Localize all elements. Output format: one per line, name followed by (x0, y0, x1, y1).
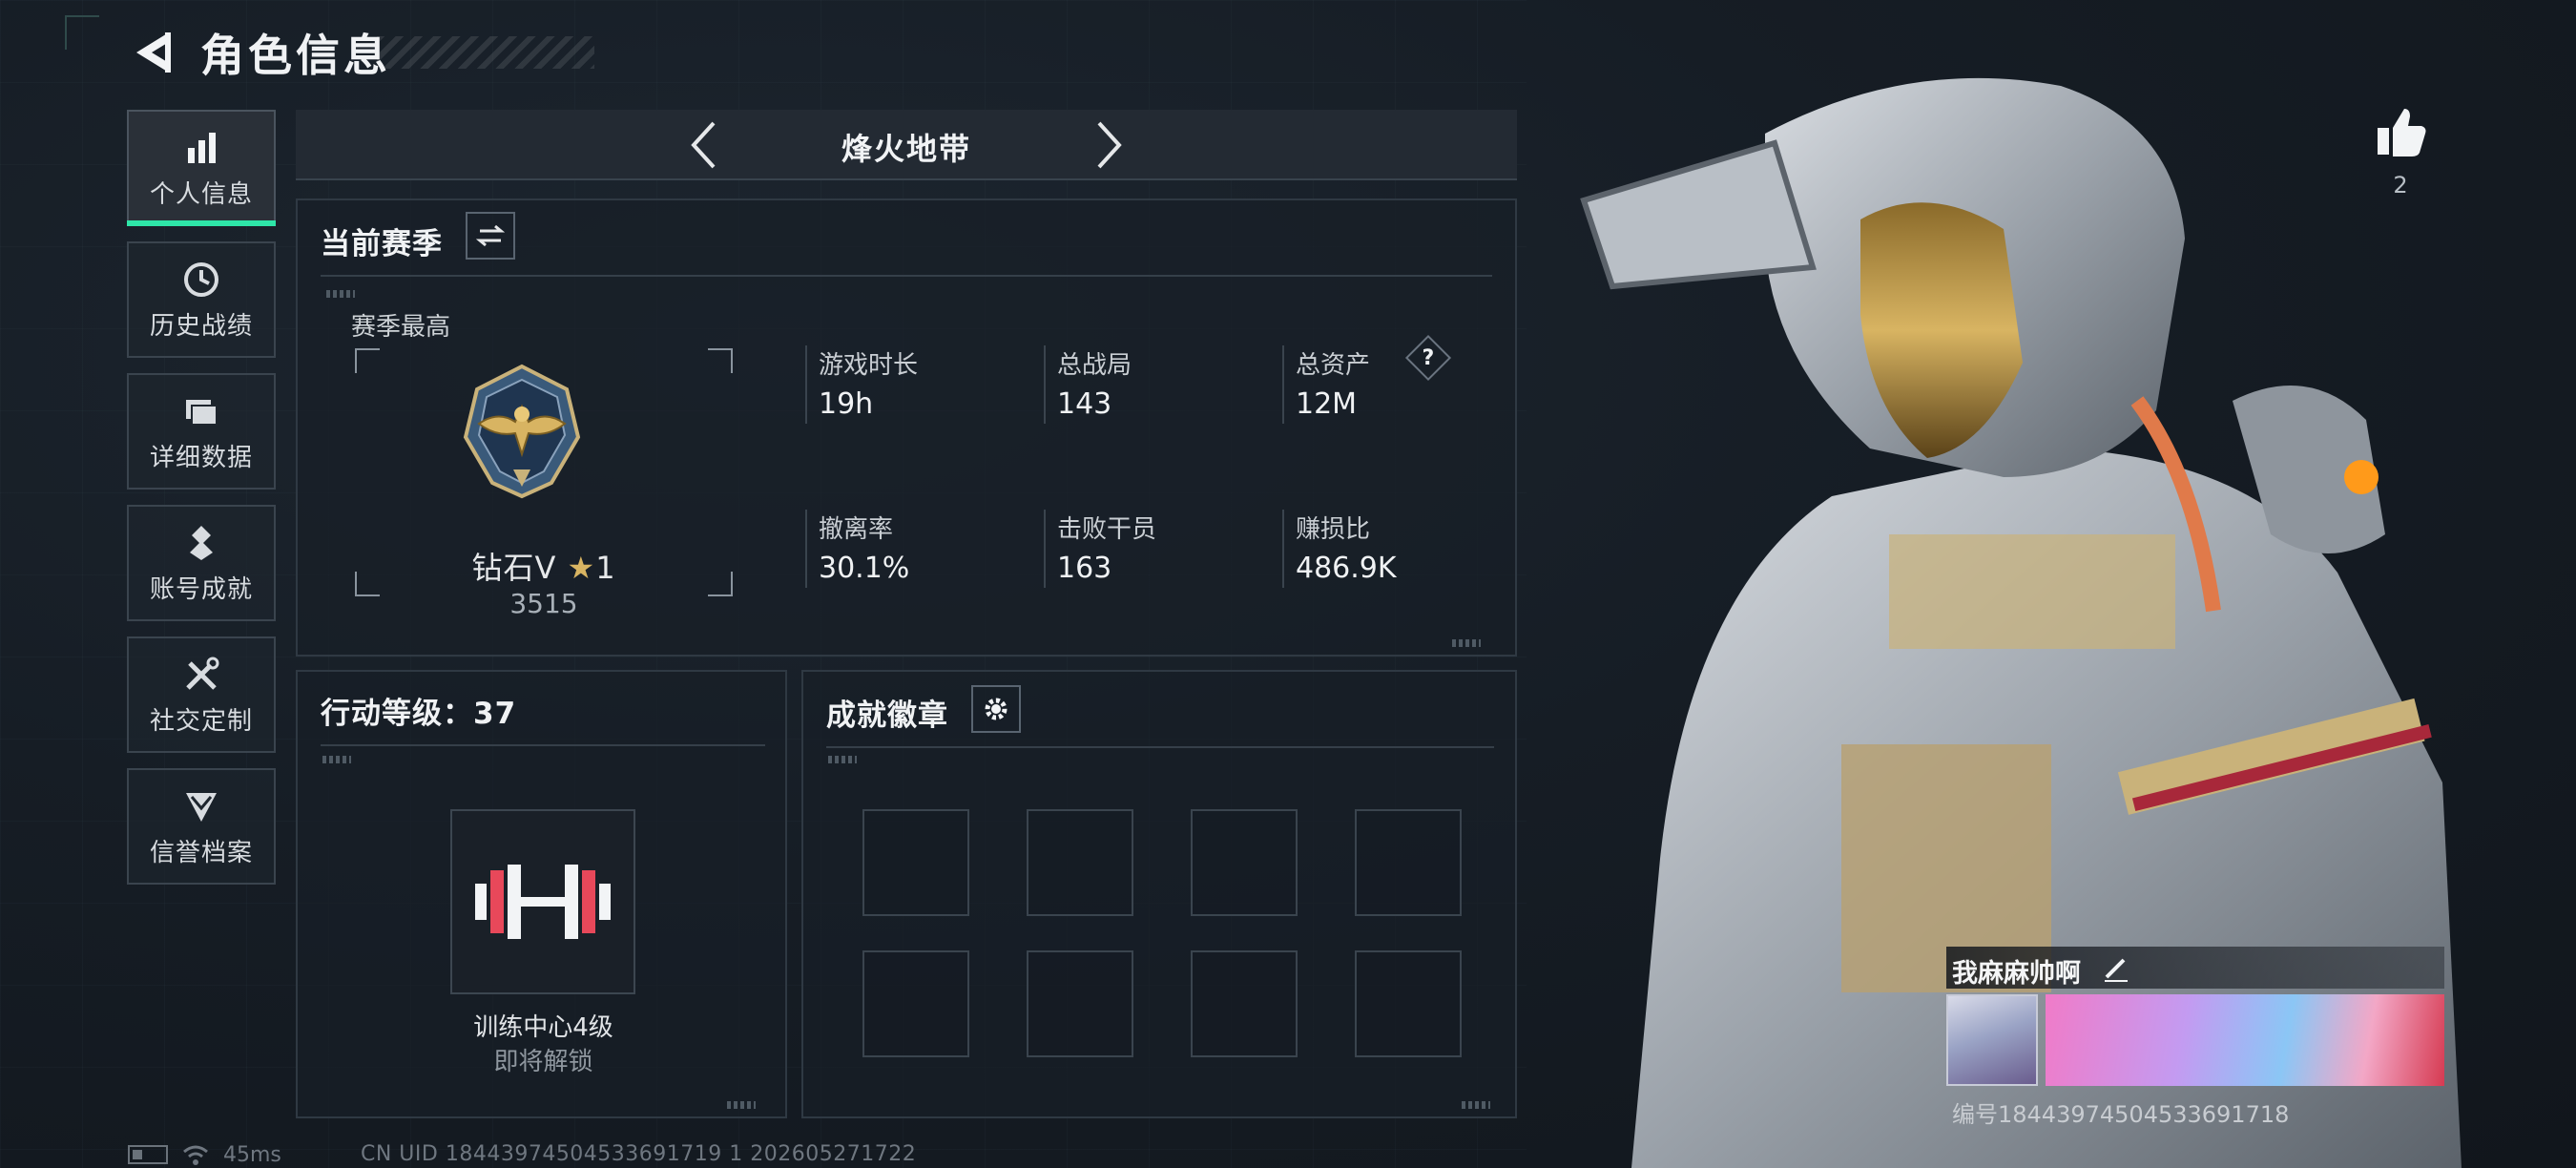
sidebar-item-label: 历史战绩 (149, 311, 253, 341)
stat-value: 163 (1057, 552, 1112, 585)
action-level-panel: 行动等级：37 训练中心4级 即将解锁 (296, 670, 787, 1118)
divider (321, 744, 765, 746)
badge-slot[interactable] (1191, 950, 1298, 1057)
sidebar-item-label: 个人信息 (149, 179, 253, 209)
stat-label: 击败干员 (1057, 515, 1157, 544)
current-season-panel: 当前赛季 赛季最高 钻石V ★1 3515 游戏时长 19h 总战局 143 总… (296, 198, 1517, 657)
like-button[interactable] (2370, 101, 2431, 162)
divider (826, 746, 1494, 748)
decoration-marks (326, 290, 355, 298)
sidebar-item-personal-info[interactable]: 个人信息 (127, 110, 276, 226)
bar-chart-icon (188, 132, 216, 163)
sidebar-item-label: 账号成就 (149, 574, 253, 604)
mode-title: 烽火地带 (841, 131, 971, 167)
decoration-marks (1452, 639, 1481, 647)
tools-icon (186, 657, 219, 690)
edit-name-button[interactable] (2099, 952, 2131, 985)
page-title: 角色信息 (200, 30, 391, 81)
sidebar-item-social-custom[interactable]: 社交定制 (127, 636, 276, 753)
sidebar-item-achievements[interactable]: 账号成就 (127, 505, 276, 621)
badge-slot[interactable] (1191, 809, 1298, 916)
training-center-label: 训练中心4级 (473, 1013, 613, 1042)
action-level-heading: 行动等级：37 (321, 697, 517, 731)
swap-arrows-icon (476, 224, 505, 247)
badge-slot[interactable] (1355, 950, 1462, 1057)
badge-slot[interactable] (862, 809, 969, 916)
sidebar-item-detailed-data[interactable]: 详细数据 (127, 373, 276, 490)
rank-name-line: 钻石V ★1 (298, 544, 790, 588)
decoration-marks (322, 756, 351, 763)
stat-label: 总战局 (1057, 351, 1132, 380)
decoration-marks (828, 756, 857, 763)
gear-icon (985, 698, 1008, 720)
uid-line: CN UID 18443974504533691719 1 2026052717… (361, 1142, 917, 1166)
sidebar-item-label: 信誉档案 (149, 838, 253, 867)
sidebar-item-credit-record[interactable]: 信誉档案 (127, 768, 276, 885)
decoration-marks (1462, 1101, 1490, 1109)
stat-label: 撤离率 (819, 515, 894, 544)
player-banner[interactable] (2046, 994, 2444, 1086)
training-unlock-status: 即将解锁 (493, 1048, 593, 1076)
player-name: 我麻麻帅啊 (1952, 959, 2081, 989)
chevron-right-icon (1097, 121, 1122, 169)
rank-stars: 1 (595, 550, 616, 586)
star-icon: ★ (567, 550, 596, 586)
training-center-card[interactable] (450, 809, 635, 994)
stat-value: 486.9K (1296, 552, 1397, 585)
back-arrow-icon (136, 32, 171, 73)
shield-chevron-icon (186, 792, 217, 822)
sidebar-item-label: 社交定制 (149, 706, 253, 736)
season-switch-button[interactable] (466, 212, 515, 260)
sidebar: 个人信息 历史战绩 详细数据 账号成就 社交定制 信誉档案 (127, 110, 276, 900)
rank-emblem-icon (463, 364, 581, 499)
mode-nav-bar: 烽火地带 (296, 110, 1517, 180)
achievement-badges-panel: 成就徽章 (801, 670, 1517, 1118)
badge-settings-button[interactable] (971, 685, 1021, 733)
like-count: 2 (2393, 172, 2408, 198)
stat-value: 19h (819, 387, 874, 421)
rank-score: 3515 (509, 588, 578, 619)
sidebar-item-match-history[interactable]: 历史战绩 (127, 241, 276, 358)
wifi-icon (183, 1145, 208, 1165)
back-button[interactable] (124, 23, 181, 82)
decoration-marks (727, 1101, 756, 1109)
battery-icon (128, 1145, 168, 1164)
pencil-icon (2105, 958, 2128, 982)
medal-icon (190, 525, 213, 560)
season-best-label: 赛季最高 (351, 313, 451, 342)
badge-slot[interactable] (1027, 950, 1133, 1057)
player-name-card[interactable]: 我麻麻帅啊 编号18443974504533691718 (1946, 947, 2444, 1134)
thumbs-up-icon (2378, 109, 2426, 156)
dumbbell-icon (475, 865, 611, 939)
sidebar-item-label: 详细数据 (149, 443, 253, 472)
stat-value: 30.1% (819, 552, 910, 585)
next-mode-button[interactable] (1084, 119, 1135, 171)
title-decoration (377, 36, 594, 69)
corner-decoration (65, 15, 99, 50)
season-heading: 当前赛季 (321, 227, 443, 261)
stat-label: 赚损比 (1296, 515, 1371, 544)
badge-slot[interactable] (1355, 809, 1462, 916)
status-bar: 45ms (128, 1141, 281, 1168)
divider (321, 275, 1492, 277)
assets-help-button[interactable]: ? (1404, 334, 1452, 382)
badge-slot[interactable] (1027, 809, 1133, 916)
stat-value: 143 (1057, 387, 1112, 421)
player-avatar[interactable] (1946, 994, 2038, 1086)
badges-heading: 成就徽章 (826, 699, 948, 733)
badge-slot[interactable] (862, 950, 969, 1057)
clock-history-icon (184, 261, 218, 297)
ping-value: 45ms (223, 1142, 281, 1167)
stat-value: 12M (1296, 387, 1358, 421)
player-id: 编号18443974504533691718 (1952, 1101, 2290, 1128)
stat-label: 游戏时长 (819, 351, 919, 380)
folder-stack-icon (186, 399, 218, 426)
stat-label: 总资产 (1296, 351, 1371, 380)
rank-name: 钻石V (471, 550, 557, 586)
